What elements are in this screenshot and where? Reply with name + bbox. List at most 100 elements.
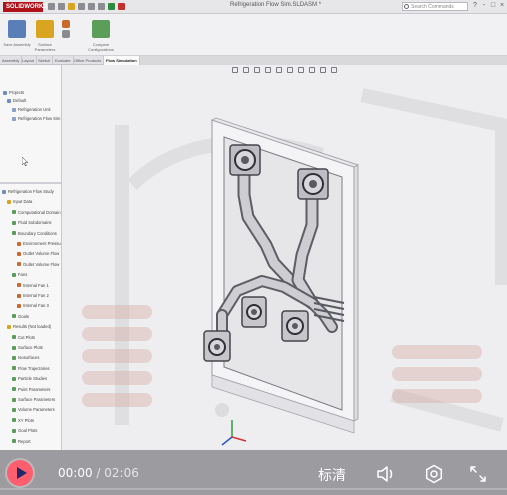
save-assembly-label: Save Assembly xyxy=(3,42,31,47)
view-orientation-icon[interactable] xyxy=(276,67,282,73)
analysis-tree-item[interactable]: Volume Parameters xyxy=(12,407,55,412)
settings-icon[interactable] xyxy=(424,464,444,484)
analysis-tree-item[interactable]: Refrigeration Flow Study xyxy=(2,189,54,194)
analysis-tree-item[interactable]: Surface Plots xyxy=(12,345,43,350)
analysis-tree-item[interactable]: Internal Fan 2 xyxy=(17,293,49,298)
search-commands-input[interactable]: Search Commands xyxy=(402,2,468,11)
open-icon[interactable] xyxy=(68,3,75,10)
coordinate-triad xyxy=(221,420,247,446)
rebuild-icon[interactable] xyxy=(118,3,125,10)
home-icon[interactable] xyxy=(48,3,55,10)
analysis-tree-item[interactable]: Report xyxy=(12,439,31,444)
fullscreen-icon[interactable] xyxy=(468,464,488,484)
tab-office-products[interactable]: Office Products xyxy=(72,56,105,65)
print-icon[interactable] xyxy=(88,3,95,10)
tree-item-label: Outlet Volume Flow xyxy=(23,261,60,267)
analysis-tree-item[interactable]: Goal Plots xyxy=(12,428,37,433)
analysis-tree-item[interactable]: Results (Not loaded) xyxy=(7,324,51,329)
tree-item-refrigeration-flow-sim[interactable]: Refrigeration Flow Sim xyxy=(12,116,60,121)
analysis-tree-item[interactable]: Goals xyxy=(12,314,29,319)
save-assembly-button[interactable] xyxy=(8,20,26,38)
surface-parameters-button[interactable] xyxy=(36,20,54,38)
display-style-icon[interactable] xyxy=(287,67,293,73)
tree-item-label: Surface Plots xyxy=(18,345,43,350)
tree-item-default[interactable]: Default xyxy=(7,98,26,103)
previous-view-icon[interactable] xyxy=(254,67,260,73)
video-progress-bar[interactable] xyxy=(0,488,507,490)
flow-tool-button[interactable] xyxy=(62,30,70,38)
analysis-tree-item[interactable]: Computational Domain xyxy=(12,210,61,215)
compare-configurations-button[interactable] xyxy=(92,20,110,38)
folder-icon xyxy=(3,90,7,95)
analysis-tree-item[interactable]: Fluid Subdomains xyxy=(12,220,52,225)
background-base xyxy=(215,403,229,417)
section-view-icon[interactable] xyxy=(265,67,271,73)
command-tabs: Assembly Layout Sketch Evaluate Office P… xyxy=(0,56,140,65)
tree-item-label: Refrigeration Flow Sim xyxy=(18,116,61,121)
analysis-tree-item[interactable]: Surface Parameters xyxy=(12,397,55,402)
tab-sketch[interactable]: Sketch xyxy=(36,56,54,65)
tree-node-icon xyxy=(2,189,6,194)
tree-node-icon xyxy=(12,272,16,277)
tree-item-label: Surface Parameters xyxy=(18,397,56,402)
tab-assembly[interactable]: Assembly xyxy=(0,56,23,65)
tree-item-projects[interactable]: Projects xyxy=(3,90,24,95)
save-icon[interactable] xyxy=(78,3,85,10)
zoom-area-icon[interactable] xyxy=(243,67,249,73)
new-icon[interactable] xyxy=(58,3,65,10)
refrigeration-unit-model xyxy=(82,88,507,446)
undo-icon[interactable] xyxy=(98,3,105,10)
analysis-tree-item[interactable]: Fans xyxy=(12,272,27,277)
tab-layout[interactable]: Layout xyxy=(20,56,38,65)
tree-item-label: Isosurfaces xyxy=(18,355,40,361)
zoom-fit-icon[interactable] xyxy=(232,67,238,73)
hide-show-icon[interactable] xyxy=(298,67,304,73)
tree-item-label: Refrigeration Unit xyxy=(18,107,51,112)
video-time: 00:00 / 02:06 xyxy=(58,466,139,480)
heads-up-toolbar xyxy=(232,67,337,73)
help-icon[interactable]: ? xyxy=(471,2,479,10)
analysis-tree-item[interactable]: Isosurfaces xyxy=(12,355,39,360)
play-button[interactable] xyxy=(7,460,33,486)
maximize-button[interactable]: □ xyxy=(489,2,497,10)
analysis-tree-item[interactable]: Flow Trajectories xyxy=(12,366,50,371)
analysis-tree-item[interactable]: Outlet Volume Flow xyxy=(17,251,59,256)
flow-sim-button[interactable] xyxy=(62,20,70,28)
tree-item-refrigeration-unit[interactable]: Refrigeration Unit xyxy=(12,107,51,112)
tree-item-label: Environment Pressure xyxy=(23,241,62,246)
tree-node-icon xyxy=(12,335,16,340)
minimize-button[interactable]: - xyxy=(480,2,488,10)
tree-item-label: Cut Plots xyxy=(18,334,35,340)
tab-flow-simulation[interactable]: Flow Simulation xyxy=(104,56,140,65)
analysis-tree-item[interactable]: Outlet Volume Flow xyxy=(17,262,59,267)
appearance-icon[interactable] xyxy=(309,67,315,73)
analysis-tree-item[interactable]: Point Parameters xyxy=(12,387,50,392)
current-time: 00:00 xyxy=(58,466,93,480)
volume-icon[interactable] xyxy=(376,464,396,484)
analysis-tree-item[interactable]: Internal Fan 3 xyxy=(17,303,49,308)
select-icon[interactable] xyxy=(108,3,115,10)
tree-item-label: Boundary Conditions xyxy=(18,230,57,236)
analysis-tree-item[interactable]: Internal Fan 1 xyxy=(17,283,49,288)
analysis-tree-item[interactable]: Input Data xyxy=(7,199,32,204)
analysis-tree-item[interactable]: Particle Studies xyxy=(12,376,47,381)
graphics-viewport[interactable] xyxy=(62,65,507,450)
tree-item-label: Fans xyxy=(18,272,28,278)
study-icon xyxy=(12,116,16,121)
tree-item-label: Internal Fan 1 xyxy=(23,282,49,288)
tree-node-icon xyxy=(12,407,16,412)
quality-selector[interactable]: 标清 xyxy=(318,465,346,485)
tree-node-icon xyxy=(12,439,16,444)
analysis-tree-item[interactable]: Environment Pressure xyxy=(17,241,62,246)
title-bar: SOLIDWORKS Refrigeration Flow Sim.SLDASM… xyxy=(0,0,507,14)
view-settings-icon[interactable] xyxy=(331,67,337,73)
tree-node-icon xyxy=(12,428,16,433)
close-button[interactable]: × xyxy=(498,2,506,10)
scene-icon[interactable] xyxy=(320,67,326,73)
panel-divider xyxy=(0,182,61,184)
analysis-tree-item[interactable]: Cut Plots xyxy=(12,335,35,340)
analysis-tree-item[interactable]: Boundary Conditions xyxy=(12,231,57,236)
tree-item-label: Fluid Subdomains xyxy=(18,220,52,226)
tab-evaluate[interactable]: Evaluate xyxy=(53,56,74,65)
analysis-tree-item[interactable]: XY Plots xyxy=(12,418,34,423)
